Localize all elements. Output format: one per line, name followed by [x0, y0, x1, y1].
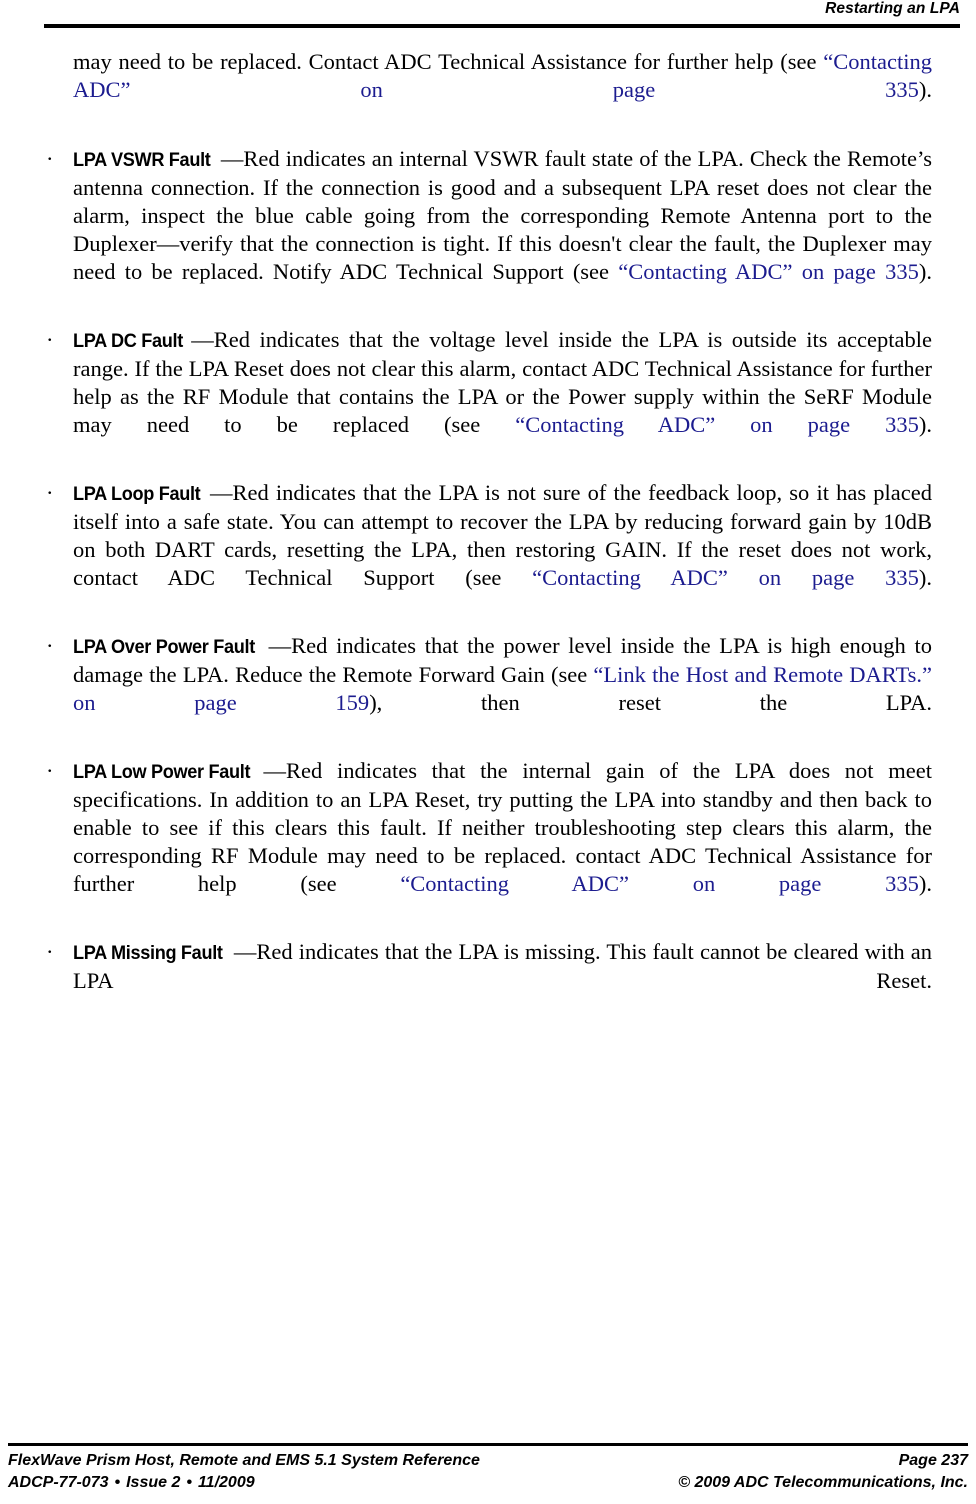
fault-term-label: LPA VSWR Fault [73, 148, 211, 171]
list-item: · LPA DC Fault —Red indicates that the vol… [44, 326, 932, 468]
page-content: may need to be replaced. Contact ADC Tec… [44, 48, 932, 1024]
page-header: Restarting an LPA [44, 0, 960, 28]
page-footer: FlexWave Prism Host, Remote and EMS 5.1 … [8, 1442, 968, 1495]
footer-document-id: ADCP-77-073 [8, 1474, 109, 1491]
cross-reference-link[interactable]: “Contacting ADC” on page 335 [618, 259, 919, 284]
cross-reference-link[interactable]: “Contacting ADC” on page 335 [515, 412, 919, 437]
list-item-text: LPA Over Power Fault —Red indicates that … [73, 632, 932, 746]
footer-rule [8, 1442, 968, 1446]
fault-term-label: LPA DC Fault [73, 329, 183, 352]
bullet-marker-icon: · [46, 757, 54, 783]
bullet-marker-icon: · [46, 938, 54, 964]
body-text: ). [918, 565, 932, 591]
fault-bullet-list: · LPA VSWR Fault —Red indicates an interna… [44, 145, 932, 1024]
footer-page-number: Page 237 [898, 1452, 968, 1469]
bullet-marker-icon: · [46, 145, 54, 171]
fault-term-label: LPA Low Power Fault [73, 760, 251, 783]
document-page: Restarting an LPA may need to be replace… [0, 0, 976, 1504]
list-item: · LPA Missing Fault —Red indicates that th… [44, 938, 932, 1024]
list-item: · LPA Loop Fault —Red indicates that the L… [44, 479, 932, 621]
footer-issue: Issue 2 [126, 1474, 181, 1491]
footer-copyright: © 2009 ADC Telecommunications, Inc. [678, 1474, 968, 1491]
list-item-text: LPA Loop Fault —Red indicates that the LP… [73, 479, 932, 621]
fault-term-label: LPA Over Power Fault [73, 635, 255, 658]
header-title: Restarting an LPA [825, 0, 960, 17]
header-rule [44, 24, 960, 28]
lead-paragraph: may need to be replaced. Contact ADC Tec… [44, 48, 932, 133]
cross-reference-link[interactable]: “Contacting ADC” on page 335 [400, 871, 919, 896]
fault-term-label: LPA Loop Fault [73, 482, 201, 505]
list-item-text: LPA Low Power Fault —Red indicates that t… [73, 757, 932, 927]
lead-paragraph-text-after: ). [918, 77, 932, 103]
body-text: ). [918, 259, 932, 285]
footer-separator-2: • [186, 1474, 192, 1491]
bullet-marker-icon: · [46, 632, 54, 658]
list-item-text: LPA Missing Fault —Red indicates that the… [73, 938, 932, 1024]
footer-separator-1: • [114, 1474, 121, 1491]
body-text: ). [918, 412, 932, 438]
list-item-text: LPA DC Fault —Red indicates that the volt… [73, 326, 932, 468]
footer-line-1: FlexWave Prism Host, Remote and EMS 5.1 … [8, 1450, 968, 1472]
list-item: · LPA Over Power Fault —Red indicates that… [44, 632, 932, 746]
list-item: · LPA Low Power Fault —Red indicates that … [44, 757, 932, 927]
footer-document-id-group: ADCP-77-073 • Issue 2 • 11/2009 [8, 1472, 255, 1494]
bullet-marker-icon: · [46, 326, 54, 352]
lead-paragraph-text-before: may need to be replaced. Contact ADC Tec… [73, 49, 824, 74]
fault-term-label: LPA Missing Fault [73, 941, 223, 964]
cross-reference-link[interactable]: “Contacting ADC” on page 335 [532, 565, 919, 590]
body-text: ). [918, 871, 932, 897]
list-item: · LPA VSWR Fault —Red indicates an interna… [44, 145, 932, 315]
footer-document-title: FlexWave Prism Host, Remote and EMS 5.1 … [8, 1452, 480, 1469]
footer-line-2: ADCP-77-073 • Issue 2 • 11/2009 © 2009 ADC T… [8, 1472, 968, 1494]
list-item-text: LPA VSWR Fault —Red indicates an internal… [73, 145, 932, 315]
bullet-marker-icon: · [46, 479, 54, 505]
footer-date: 11/2009 [197, 1474, 255, 1491]
body-text: ), then reset the LPA. [369, 690, 932, 716]
